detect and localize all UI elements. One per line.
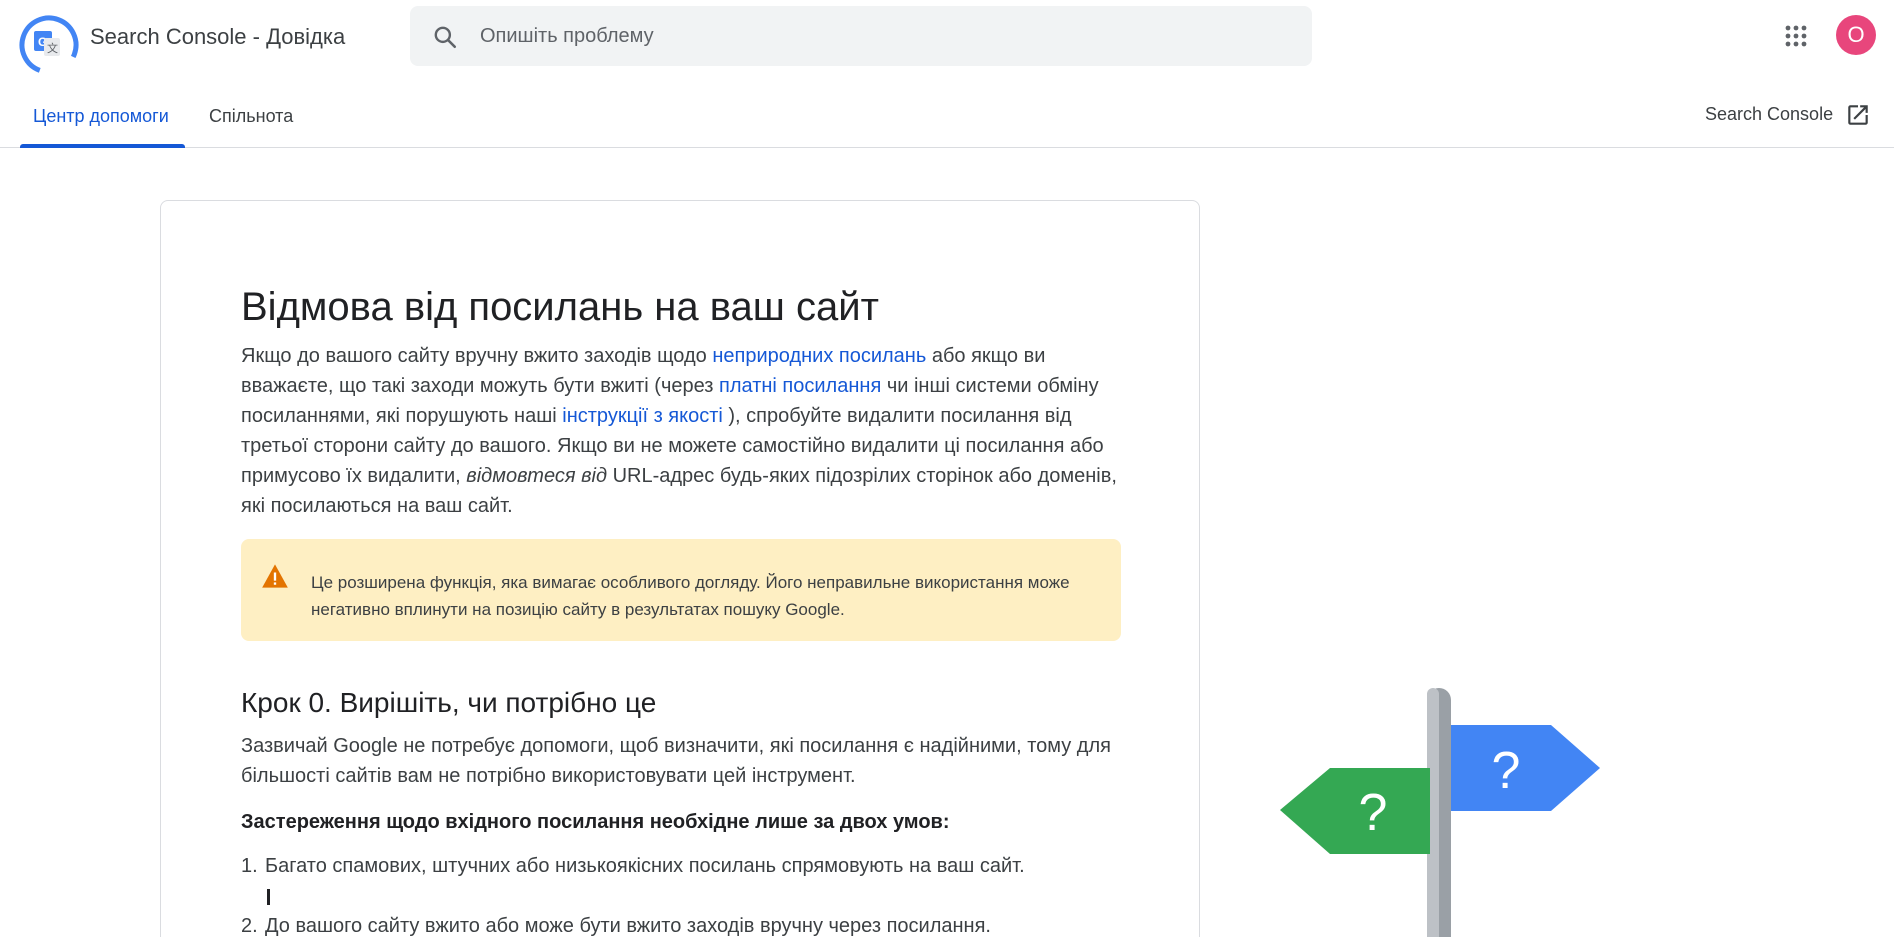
list-item: 2. До вашого сайту вжито або може бути в…: [241, 911, 1121, 937]
left-sign: [1280, 768, 1430, 854]
warning-icon: [262, 564, 288, 588]
conditions-list: 1. Багато спамових, штучних або низькояк…: [241, 851, 1121, 937]
search-input[interactable]: [480, 6, 1280, 66]
search-bar[interactable]: [410, 6, 1312, 66]
step0-heading: Крок 0. Вирішіть, чи потрібно це: [241, 687, 657, 718]
article-body: Відмова від посилань на ваш сайт Якщо до…: [241, 281, 1121, 937]
text-cursor: [267, 889, 270, 905]
intro-paragraph: Якщо до вашого сайту вручну вжито заході…: [241, 341, 1121, 521]
right-sign: [1451, 725, 1600, 811]
article-card: Відмова від посилань на ваш сайт Якщо до…: [160, 200, 1200, 937]
open-in-new-icon[interactable]: [1845, 102, 1871, 128]
list-text: До вашого сайту вжито або може бути вжит…: [265, 915, 991, 937]
google-help-logo-icon[interactable]: G 文: [18, 14, 80, 76]
avatar[interactable]: О: [1836, 15, 1876, 55]
list-number: 1.: [241, 855, 258, 877]
intro-text-1: Якщо до вашого сайту вручну вжито заході…: [241, 345, 713, 367]
list-number: 2.: [241, 915, 258, 937]
svg-text:文: 文: [47, 41, 58, 55]
tab-help-center[interactable]: Центр допомоги: [33, 106, 169, 127]
active-tab-indicator: [20, 144, 185, 148]
unnatural-links-link[interactable]: неприродних посилань: [712, 345, 926, 367]
nav-tabs: Центр допомоги Спільнота Search Console: [0, 74, 1894, 148]
disavow-emphasis: відмовтеся від: [466, 465, 608, 487]
warning-text: Це розширена функція, яка вимагає особли…: [311, 573, 1070, 619]
conditions-heading: Застереження щодо вхідного посилання нео…: [241, 811, 950, 833]
search-console-link[interactable]: Search Console: [1705, 104, 1833, 125]
signpost-illustration: ? ?: [1280, 688, 1600, 937]
step0-paragraph: Зазвичай Google не потребує допомоги, що…: [241, 735, 1111, 787]
app-title[interactable]: Search Console - Довідка: [90, 24, 345, 50]
search-icon[interactable]: [432, 24, 458, 50]
page-title: Відмова від посилань на ваш сайт: [241, 285, 879, 329]
quality-guidelines-link[interactable]: інструкції з якості: [562, 405, 723, 427]
left-sign-label: ?: [1359, 784, 1388, 842]
warning-callout: Це розширена функція, яка вимагає особли…: [241, 539, 1121, 641]
paid-links-link[interactable]: платні посилання: [719, 375, 881, 397]
tab-community[interactable]: Спільнота: [209, 106, 293, 127]
right-sign-label: ?: [1492, 742, 1521, 800]
list-text: Багато спамових, штучних або низькоякісн…: [265, 855, 1025, 877]
list-item: 1. Багато спамових, штучних або низькояк…: [241, 851, 1121, 905]
top-header: G 文 Search Console - Довідка О: [0, 0, 1894, 76]
apps-grid-icon[interactable]: [1784, 24, 1808, 48]
